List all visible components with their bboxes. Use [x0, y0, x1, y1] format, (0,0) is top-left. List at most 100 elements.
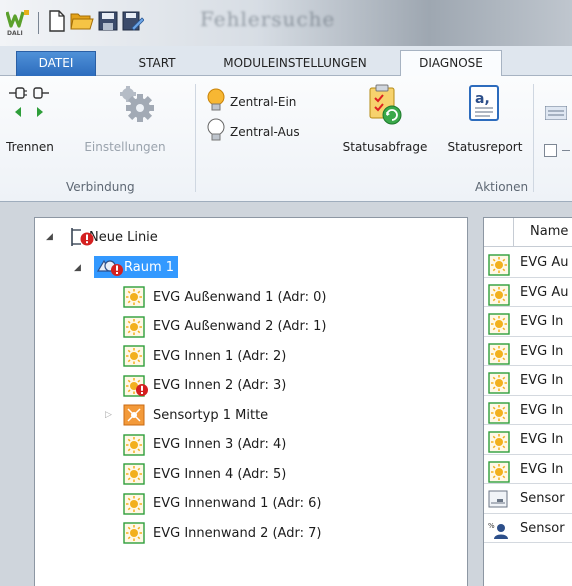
option-checkbox[interactable]	[544, 144, 557, 157]
zentral-aus-label: Zentral-Aus	[230, 124, 300, 139]
expander-open-icon[interactable]: ◢	[74, 263, 81, 273]
selection-highlight: Raum 1	[94, 256, 179, 278]
evg-icon	[488, 283, 514, 310]
tree-item-label: EVG Innen 4 (Adr: 5)	[153, 466, 287, 482]
list-icon[interactable]	[544, 105, 568, 124]
list-item-label: EVG In	[520, 461, 564, 477]
tree-item-label: EVG Innenwand 1 (Adr: 6)	[153, 496, 322, 511]
tree-item[interactable]: EVG Innen 2 (Adr: 3)	[123, 374, 286, 397]
list-item[interactable]: Sensor	[484, 484, 572, 514]
list-item[interactable]: EVG In	[484, 307, 572, 337]
einstellungen-label: Einstellungen	[84, 140, 166, 154]
tab-diagnose[interactable]: DIAGNOSE	[400, 50, 502, 77]
statusreport-label: Statusreport	[447, 140, 523, 154]
svg-text:a,: a,	[475, 91, 490, 107]
evg-icon	[488, 372, 514, 398]
tree-item[interactable]: EVG Außenwand 2 (Adr: 1)	[123, 315, 327, 338]
list-item-label: EVG In	[520, 373, 564, 388]
tab-datei[interactable]: DATEI	[16, 51, 96, 76]
gears-icon	[60, 82, 190, 128]
tree-item-label: EVG Außenwand 2 (Adr: 1)	[153, 319, 327, 334]
zentral-ein-label: Zentral-Ein	[230, 94, 297, 109]
evg-icon	[123, 345, 149, 367]
disconnect-icon	[2, 82, 58, 128]
statusabfrage-button[interactable]: Statusabfrage	[330, 82, 440, 154]
list-item[interactable]: % Sensor	[484, 514, 572, 544]
tree-item-label: EVG Innen 3 (Adr: 4)	[153, 437, 287, 452]
tree-item-label: Sensortyp 1 Mitte	[153, 407, 269, 423]
list-item[interactable]: EVG In	[484, 425, 572, 455]
list-item[interactable]: EVG Au	[484, 278, 572, 310]
save-icon[interactable]	[98, 10, 118, 36]
new-document-icon[interactable]	[48, 10, 66, 36]
tree-item-label: EVG Außenwand 1 (Adr: 0)	[153, 289, 327, 305]
zentral-aus-button[interactable]: Zentral-Aus	[206, 118, 300, 145]
trennen-button[interactable]: Trennen	[2, 82, 58, 154]
list-item-label: Sensor	[520, 520, 565, 536]
zentral-ein-button[interactable]: Zentral-Ein	[206, 88, 296, 115]
list-item-label: EVG In	[520, 314, 564, 329]
line-bus-icon	[69, 226, 95, 248]
evg-icon	[123, 492, 149, 515]
einstellungen-button[interactable]: Einstellungen	[60, 82, 190, 154]
sensor-user-icon: %	[488, 520, 510, 544]
tree-item-label: EVG Innenwand 2 (Adr: 7)	[153, 525, 322, 541]
evg-icon	[123, 433, 149, 456]
evg-icon	[123, 315, 149, 338]
tree-item[interactable]: EVG Innen 4 (Adr: 5)	[123, 463, 286, 485]
list-item[interactable]: EVG In	[484, 455, 572, 487]
evg-icon	[488, 431, 514, 457]
evg-icon	[488, 313, 514, 339]
tree-item-raum-1[interactable]: Raum 1	[94, 256, 179, 278]
list-item[interactable]: EVG In	[484, 396, 572, 428]
tree-item[interactable]: EVG Innen 3 (Adr: 4)	[123, 433, 287, 456]
app-logo-text: DALI	[7, 30, 23, 37]
sensor-module-icon	[488, 490, 510, 514]
list-item[interactable]: EVG In	[484, 337, 572, 369]
evg-icon	[488, 342, 514, 369]
open-folder-icon[interactable]	[70, 10, 94, 36]
list-item[interactable]: EVG Au	[484, 248, 572, 278]
ribbon-divider	[533, 84, 534, 192]
ribbon-divider	[195, 84, 196, 192]
report-icon: a,	[438, 82, 532, 128]
column-header-name[interactable]: Name	[530, 224, 568, 239]
expander-closed-icon[interactable]: ▷	[105, 410, 112, 420]
statusreport-button[interactable]: a, Statusreport	[438, 82, 532, 154]
group-label-aktionen: Aktionen	[475, 180, 529, 194]
tree-item-label: Neue Linie	[89, 229, 158, 245]
checklist-refresh-icon	[330, 82, 440, 128]
tree-item[interactable]: Sensortyp 1 Mitte	[123, 404, 268, 426]
tree-item-label: EVG Innen 1 (Adr: 2)	[153, 348, 287, 364]
list-item[interactable]: EVG In	[484, 366, 572, 396]
list-item-label: EVG In	[520, 432, 564, 447]
evg-icon	[123, 463, 149, 485]
checkbox-label-fragment	[562, 150, 570, 151]
ribbon-tab-bar: DATEI START MODULEINSTELLUNGEN DIAGNOSE	[0, 46, 572, 77]
device-tree[interactable]: ◢ Neue Linie ◢ Raum 1 EVG Außenwand 1 (A…	[34, 217, 468, 586]
list-item-label: EVG Au	[520, 255, 569, 270]
tab-moduleinstellungen[interactable]: MODULEINSTELLUNGEN	[200, 52, 390, 76]
tab-start[interactable]: START	[126, 52, 188, 76]
device-list[interactable]: Name EVG Au EVG Au EVG In EVG In EVG In …	[483, 217, 572, 586]
tree-item[interactable]: EVG Außenwand 1 (Adr: 0)	[123, 286, 326, 308]
ribbon-panel: Trennen Einstellungen Zentral-Ein Zentra…	[0, 76, 572, 202]
tree-item[interactable]: EVG Innenwand 1 (Adr: 6)	[123, 492, 322, 515]
window-title: Fehlersuche	[200, 7, 336, 31]
list-item-label: EVG In	[520, 343, 564, 359]
list-header: Name	[484, 218, 572, 247]
evg-icon	[488, 401, 514, 428]
save-as-icon[interactable]	[122, 10, 145, 36]
expander-open-icon[interactable]: ◢	[46, 232, 53, 242]
room-group-icon	[96, 257, 124, 277]
svg-text:%: %	[488, 522, 495, 530]
evg-icon	[488, 254, 514, 280]
tree-item-neue-linie[interactable]: Neue Linie	[69, 226, 158, 248]
quick-access-toolbar: Fehlersuche DALI	[0, 0, 572, 46]
toolbar-divider	[38, 12, 39, 34]
evg-icon	[488, 460, 514, 487]
tree-item[interactable]: EVG Innen 1 (Adr: 2)	[123, 345, 286, 367]
list-item-label: EVG Au	[520, 284, 569, 300]
tree-item[interactable]: EVG Innenwand 2 (Adr: 7)	[123, 522, 321, 544]
list-header-icon-column	[484, 218, 514, 247]
